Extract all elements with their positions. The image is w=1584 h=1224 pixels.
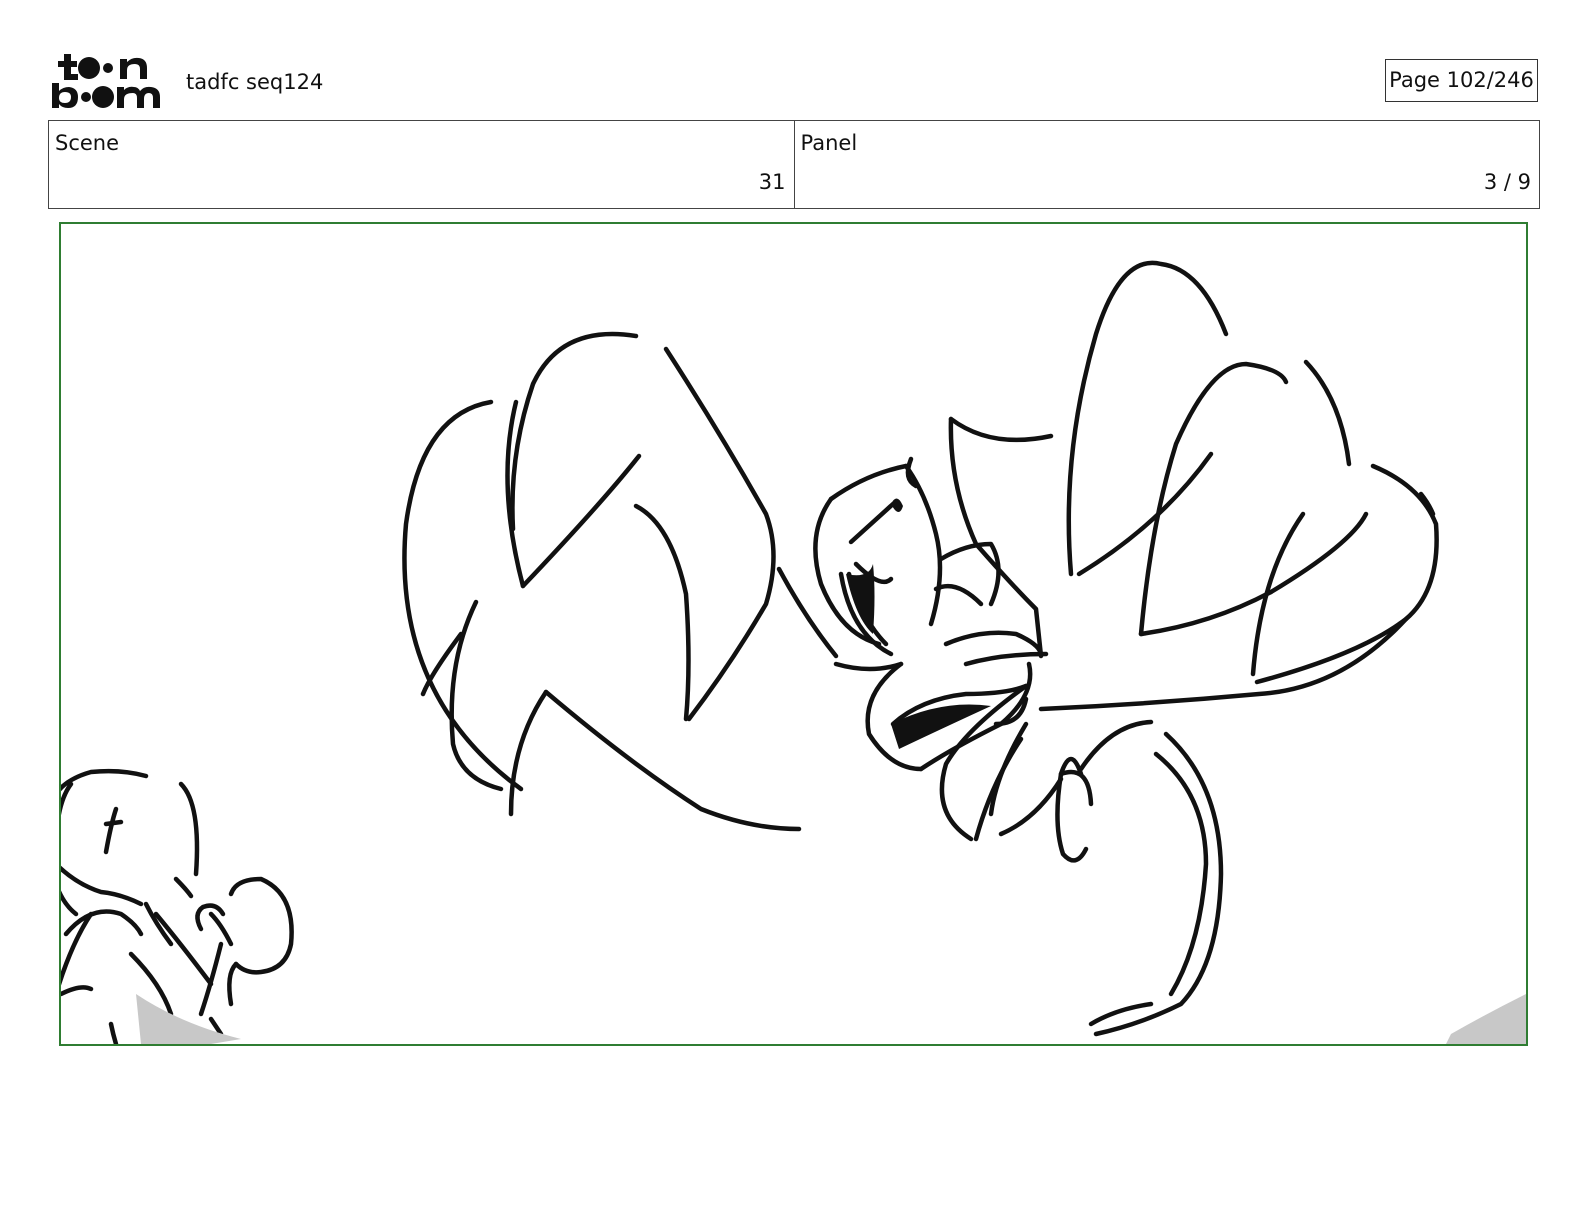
panel-cell: Panel 3 / 9 xyxy=(793,121,1540,208)
panel-label: Panel xyxy=(800,131,858,155)
scene-panel-info: Scene 31 Panel 3 / 9 xyxy=(48,120,1540,209)
page-indicator: Page 102/246 xyxy=(1385,59,1538,102)
toon-boom-logo xyxy=(52,54,160,108)
scene-cell: Scene 31 xyxy=(49,121,794,208)
storyboard-sketch-icon xyxy=(61,260,1526,1044)
panel-value: 3 / 9 xyxy=(1483,170,1531,194)
scene-value: 31 xyxy=(758,170,786,194)
document-title: tadfc seq124 xyxy=(186,70,324,94)
scene-label: Scene xyxy=(55,131,120,155)
storyboard-panel xyxy=(59,222,1528,1046)
